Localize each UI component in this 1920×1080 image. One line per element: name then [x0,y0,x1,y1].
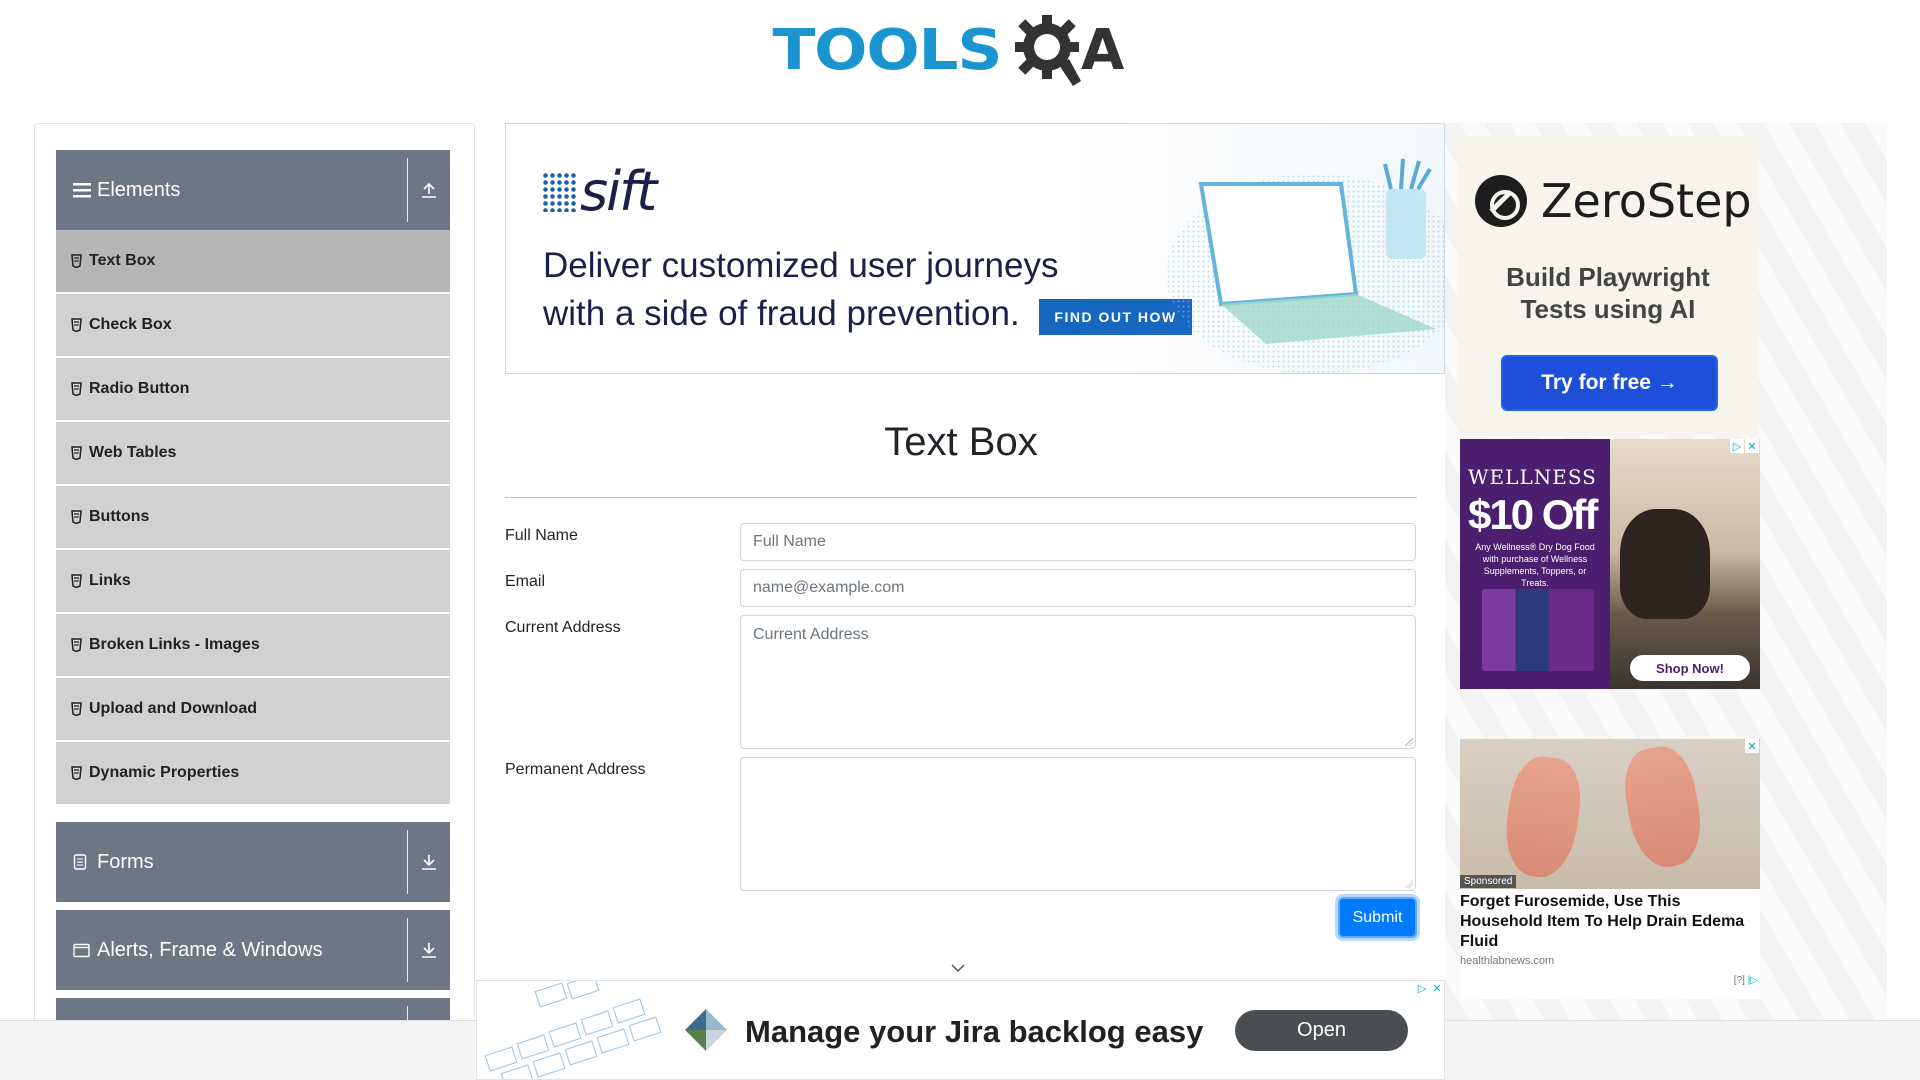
ad-headline: Manage your Jira backlog easy [745,1014,1204,1049]
full-name-input[interactable]: Full Name [740,523,1416,561]
divider [407,158,408,222]
open-button[interactable]: Open [1235,1010,1408,1051]
dog-food-bags-image [1482,589,1594,671]
elements-menu: Text Box Check Box Radio Button Web Tabl… [56,230,450,806]
sidebar: Elements Text Box Check Box Radio Button… [34,123,475,1023]
menu-item-label: Web Tables [89,444,177,461]
zerostep-logo: ZeroStep [1475,174,1752,228]
menu-item-icon [71,638,83,652]
sidebar-item-broken-links[interactable]: Broken Links - Images [56,614,450,676]
sidebar-item-text-box[interactable]: Text Box [56,230,450,292]
zerostep-tagline: Build Playwright Tests using AI [1506,262,1710,324]
menu-item-icon [71,766,83,780]
menu-item-icon [71,574,83,588]
wellness-logo: WELLNESS [1468,465,1597,489]
sift-dots-icon [542,171,576,212]
laptop-illustration [1166,158,1444,373]
zerostep-ad[interactable]: ZeroStep Build Playwright Tests using AI… [1458,136,1758,436]
logo-text-a: A [1081,17,1124,83]
adchoices-icon: |▷ [1747,975,1758,986]
menu-item-label: Radio Button [89,380,190,397]
current-address-textarea[interactable]: Current Address [740,615,1416,749]
close-ad-icon[interactable]: ✕ [1745,739,1759,753]
divider [407,918,408,982]
logo-text: TOOLS [772,17,1002,83]
board-illustration [484,981,662,1079]
menu-item-label: Broken Links - Images [89,636,260,653]
menu-item-label: Links [89,572,131,589]
close-ad-icon[interactable]: ✕ [1430,981,1444,995]
full-name-label: Full Name [505,527,578,544]
sidebar-item-upload-download[interactable]: Upload and Download [56,678,450,740]
adchoices-icon[interactable]: ▷ [1415,981,1429,995]
menu-item-icon [71,318,83,332]
document-icon [73,854,91,870]
sift-logo: sift [542,160,657,223]
menu-item-label: Check Box [89,316,172,333]
divider [407,830,408,894]
group-title: Alerts, Frame & Windows [97,938,323,961]
app-logo-icon [685,1009,727,1051]
jira-banner-ad[interactable]: Manage your Jira backlog easy Open ▷ ✕ [476,980,1445,1080]
menu-item-label: Upload and Download [89,700,257,717]
permanent-address-textarea[interactable] [740,757,1416,891]
sidebar-item-links[interactable]: Links [56,550,450,612]
group-title: Elements [97,178,181,201]
menu-item-icon [71,702,83,716]
shop-now-button[interactable]: Shop Now! [1630,655,1750,681]
sidebar-item-web-tables[interactable]: Web Tables [56,422,450,484]
window-icon [73,943,91,958]
group-alerts-frame-windows[interactable]: Alerts, Frame & Windows [56,910,450,990]
collapse-up-icon[interactable] [408,182,450,198]
chevron-down-icon[interactable] [950,960,966,976]
menu-item-icon [71,446,83,460]
wellness-ad[interactable]: WELLNESS $10 Off Any Wellness® Dry Dog F… [1460,439,1760,689]
menu-item-label: Text Box [89,252,156,269]
toolsqa-logo[interactable]: TOOLS A [772,13,1124,87]
page-title: Text Box [884,420,1038,464]
wellness-offer: $10 Off [1468,491,1598,538]
menu-item-icon [71,510,83,524]
hamburger-icon [73,182,91,198]
permanent-address-label: Permanent Address [505,761,646,778]
menu-item-icon [71,254,83,268]
email-label: Email [505,573,546,590]
group-elements[interactable]: Elements [56,150,450,230]
site-header: TOOLS A [0,0,1920,100]
title-divider [505,497,1417,498]
edema-ad[interactable]: ✕ Sponsored Forget Furosemide, Use This … [1460,739,1760,999]
submit-button[interactable]: Submit [1338,897,1417,938]
ad-info[interactable]: [?] |▷ [1734,975,1758,986]
menu-item-label: Buttons [89,508,150,525]
sift-banner-ad[interactable]: sift Deliver customized user journeys wi… [505,123,1445,374]
ad-source: healthlabnews.com [1460,955,1555,967]
sidebar-item-check-box[interactable]: Check Box [56,294,450,356]
dog-image [1620,509,1710,619]
close-ad-icon[interactable]: ✕ [1745,439,1759,453]
zerostep-logo-icon [1475,175,1527,227]
sponsored-badge: Sponsored [1460,875,1517,888]
email-input[interactable]: name@example.com [740,569,1416,607]
ad-headline[interactable]: Forget Furosemide, Use This Household It… [1460,892,1760,952]
current-address-label: Current Address [505,619,621,636]
swollen-feet-image [1460,739,1760,889]
menu-item-label: Dynamic Properties [89,764,240,781]
sidebar-item-dynamic-properties[interactable]: Dynamic Properties [56,742,450,804]
group-title: Forms [97,850,154,873]
resize-handle-icon[interactable] [1405,880,1413,888]
try-for-free-button[interactable]: Try for free → [1501,355,1718,411]
sidebar-item-radio-button[interactable]: Radio Button [56,358,450,420]
ad-headline: Deliver customized user journeys with a … [543,246,1059,333]
gear-magnifier-icon [1015,15,1082,86]
menu-item-icon [71,382,83,396]
wellness-fine-print: Any Wellness® Dry Dog Food with purchase… [1475,542,1595,588]
page: TOOLS A Elements Text Box Check Box Radi… [0,0,1920,1080]
expand-down-icon[interactable] [408,942,450,958]
sidebar-item-buttons[interactable]: Buttons [56,486,450,548]
group-forms[interactable]: Forms [56,822,450,902]
expand-down-icon[interactable] [408,854,450,870]
adchoices-icon[interactable]: ▷ [1730,439,1744,453]
resize-handle-icon[interactable] [1405,738,1413,746]
